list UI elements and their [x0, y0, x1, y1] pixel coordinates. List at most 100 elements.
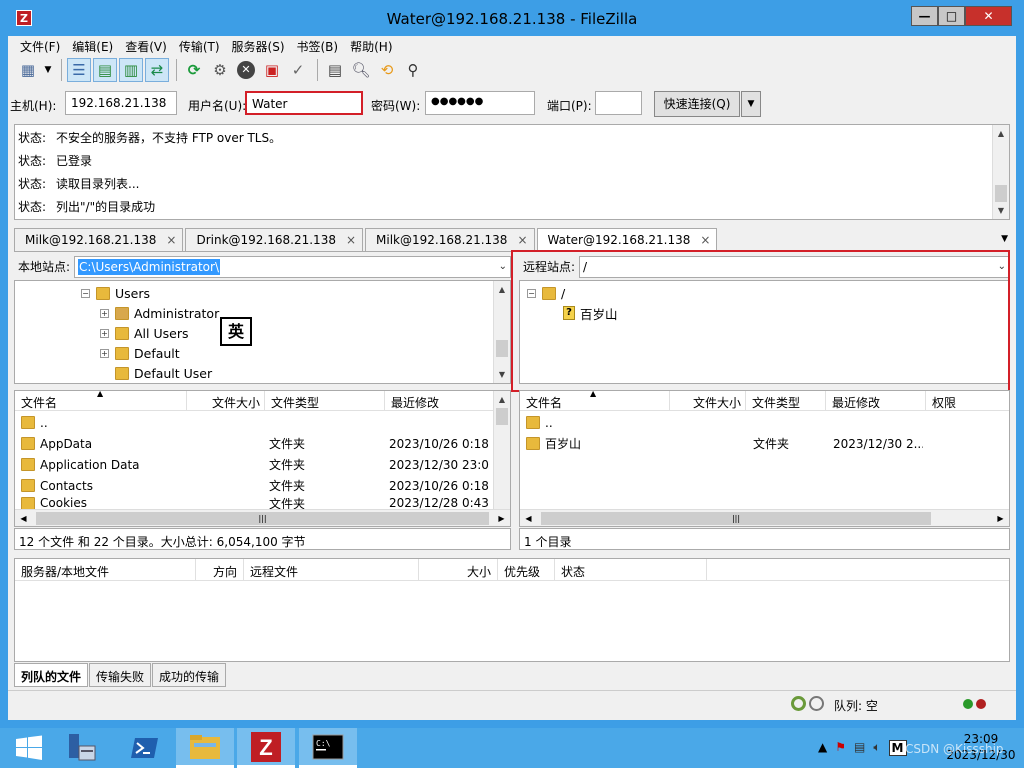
local-tree-scrollbar[interactable]: ▲ ▼: [493, 281, 510, 383]
quickconnect-dropdown-icon[interactable]: ▼: [741, 91, 761, 117]
minimize-button[interactable]: —: [911, 6, 938, 26]
tab-milk-2[interactable]: Milk@192.168.21.138 ×: [365, 228, 535, 251]
chevron-down-icon[interactable]: ⌄: [499, 257, 507, 277]
file-row[interactable]: Cookies文件夹2023/12/28 0:43:..: [15, 496, 489, 510]
column-direction[interactable]: 方向: [196, 559, 244, 580]
filezilla-icon[interactable]: Z: [237, 728, 295, 768]
scroll-up-icon[interactable]: ▲: [494, 281, 510, 298]
column-remote-file[interactable]: 远程文件: [244, 559, 419, 580]
toggle-log-icon[interactable]: ☰: [67, 58, 91, 82]
remote-list-hscroll[interactable]: ◀ ||| ▶: [520, 509, 1009, 526]
local-list-hscroll[interactable]: ◀ ||| ▶: [15, 509, 510, 526]
powershell-icon[interactable]: [116, 728, 174, 768]
title-bar[interactable]: Z Water@192.168.21.138 - FileZilla — □ ✕: [0, 0, 1024, 36]
menu-bookmarks[interactable]: 书签(B): [291, 36, 345, 56]
volume-icon[interactable]: 🔈︎: [873, 740, 880, 756]
scroll-left-icon[interactable]: ◀: [520, 514, 537, 523]
dropdown-arrow-icon[interactable]: ▼: [42, 58, 54, 82]
refresh-icon[interactable]: ⟳: [182, 58, 206, 82]
menu-edit[interactable]: 编辑(E): [66, 36, 119, 56]
search-icon[interactable]: ⚲: [401, 58, 425, 82]
maximize-button[interactable]: □: [938, 6, 965, 26]
local-path-input[interactable]: C:\Users\Administrator\ ⌄: [74, 256, 511, 278]
column-status[interactable]: 状态: [555, 559, 707, 580]
scroll-down-icon[interactable]: ▼: [494, 366, 510, 383]
cmd-icon[interactable]: C:\: [299, 728, 357, 768]
host-input[interactable]: 192.168.21.138: [65, 91, 177, 115]
cancel-icon[interactable]: ✕: [234, 58, 258, 82]
tab-successful-transfers[interactable]: 成功的传输: [152, 663, 227, 687]
column-filetype[interactable]: 文件类型: [746, 391, 826, 411]
tab-water[interactable]: Water@192.168.21.138 ×: [536, 228, 718, 252]
tree-item-default-user[interactable]: Default User: [115, 363, 212, 383]
tab-queued-files[interactable]: 列队的文件: [14, 663, 89, 687]
scroll-left-icon[interactable]: ◀: [15, 514, 32, 523]
scroll-thumb[interactable]: [496, 340, 508, 357]
local-tree[interactable]: − Users + Administrator + All Users + Defaul…: [14, 280, 511, 384]
file-row[interactable]: Application Data 文件夹 2023/12/30 23:0..: [15, 454, 489, 475]
tray-expand-icon[interactable]: ▲: [818, 740, 827, 756]
expand-icon[interactable]: +: [100, 328, 109, 338]
file-row[interactable]: ..: [15, 412, 489, 433]
column-filetype[interactable]: 文件类型: [265, 391, 385, 411]
network-icon[interactable]: ▤: [854, 740, 865, 756]
gear-icon[interactable]: [791, 696, 806, 711]
column-filesize[interactable]: 文件大小: [670, 391, 746, 411]
collapse-icon[interactable]: −: [81, 288, 90, 298]
port-input[interactable]: [595, 91, 642, 115]
menu-view[interactable]: 查看(V): [119, 36, 173, 56]
expand-icon[interactable]: +: [100, 308, 109, 318]
user-input[interactable]: Water: [245, 91, 363, 115]
column-size[interactable]: 大小: [419, 559, 498, 580]
scroll-right-icon[interactable]: ▶: [493, 514, 510, 523]
log-scrollbar[interactable]: ▲ ▼: [992, 125, 1009, 219]
process-queue-icon[interactable]: ⚙: [208, 58, 232, 82]
file-row[interactable]: AppData文件夹2023/10/26 0:18:..: [15, 433, 489, 454]
speed-limit-icon[interactable]: [809, 696, 824, 711]
local-file-list[interactable]: 文件名 ▲ 文件大小 文件类型 最近修改 .. AppData 文件夹 2023/10…: [14, 390, 511, 527]
close-tab-icon[interactable]: ×: [517, 233, 527, 251]
tree-item-users[interactable]: − Users: [81, 283, 150, 303]
tab-failed-transfers[interactable]: 传输失败: [89, 663, 152, 687]
file-row[interactable]: ..: [520, 412, 923, 433]
start-icon[interactable]: [0, 728, 58, 768]
menu-file[interactable]: 文件(F): [14, 36, 66, 56]
file-row[interactable]: 百岁山 文件夹 2023/12/30 2...: [520, 433, 923, 454]
filter-icon[interactable]: ▤: [323, 58, 347, 82]
column-filename[interactable]: 文件名 ▲: [15, 391, 187, 411]
menu-transfer[interactable]: 传输(T): [173, 36, 226, 56]
tab-drink[interactable]: Drink@192.168.21.138 ×: [185, 228, 364, 251]
toggle-local-tree-icon[interactable]: ▤: [93, 58, 117, 82]
column-filename[interactable]: 文件名 ▲: [520, 391, 670, 411]
disconnect-icon[interactable]: ▣: [260, 58, 284, 82]
column-modified[interactable]: 最近修改: [826, 391, 926, 411]
password-input[interactable]: ●●●●●●: [425, 91, 535, 115]
scroll-thumb[interactable]: [496, 408, 508, 425]
close-tab-icon[interactable]: ×: [346, 233, 356, 251]
compare-icon[interactable]: 🔍︎: [349, 58, 373, 82]
toggle-remote-tree-icon[interactable]: ▥: [119, 58, 143, 82]
column-permissions[interactable]: 权限: [926, 391, 1009, 411]
quickconnect-button[interactable]: 快速连接(Q): [654, 91, 740, 117]
scroll-right-icon[interactable]: ▶: [992, 514, 1009, 523]
column-priority[interactable]: 优先级: [498, 559, 555, 580]
expand-icon[interactable]: +: [100, 348, 109, 358]
tab-milk-1[interactable]: Milk@192.168.21.138 ×: [14, 228, 184, 251]
remote-file-list[interactable]: 文件名 ▲ 文件大小 文件类型 最近修改 权限 .. 百岁山 文件夹 2023/12/…: [519, 390, 1010, 527]
toggle-queue-icon[interactable]: ⇄: [145, 58, 169, 82]
server-manager-icon[interactable]: [52, 728, 110, 768]
tab-list-icon[interactable]: ▼: [1001, 234, 1008, 244]
menu-help[interactable]: 帮助(H): [344, 36, 398, 56]
close-button[interactable]: ✕: [965, 6, 1012, 26]
sync-browse-icon[interactable]: ⟲: [375, 58, 399, 82]
ime-mode-icon[interactable]: M: [888, 740, 907, 756]
flag-icon[interactable]: ⚑: [835, 740, 846, 756]
scroll-up-icon[interactable]: ▲: [993, 125, 1009, 142]
tree-item-all-users[interactable]: + All Users: [100, 323, 188, 343]
column-filesize[interactable]: 文件大小: [187, 391, 265, 411]
file-row[interactable]: Contacts文件夹2023/10/26 0:18:..: [15, 475, 489, 496]
message-log[interactable]: 状态: 不安全的服务器，不支持 FTP over TLS。 状态: 已登录 状态: 读…: [14, 124, 1010, 220]
scroll-thumb[interactable]: |||: [541, 511, 931, 525]
tree-item-administrator[interactable]: + Administrator: [100, 303, 219, 323]
reconnect-icon[interactable]: ✓: [286, 58, 310, 82]
